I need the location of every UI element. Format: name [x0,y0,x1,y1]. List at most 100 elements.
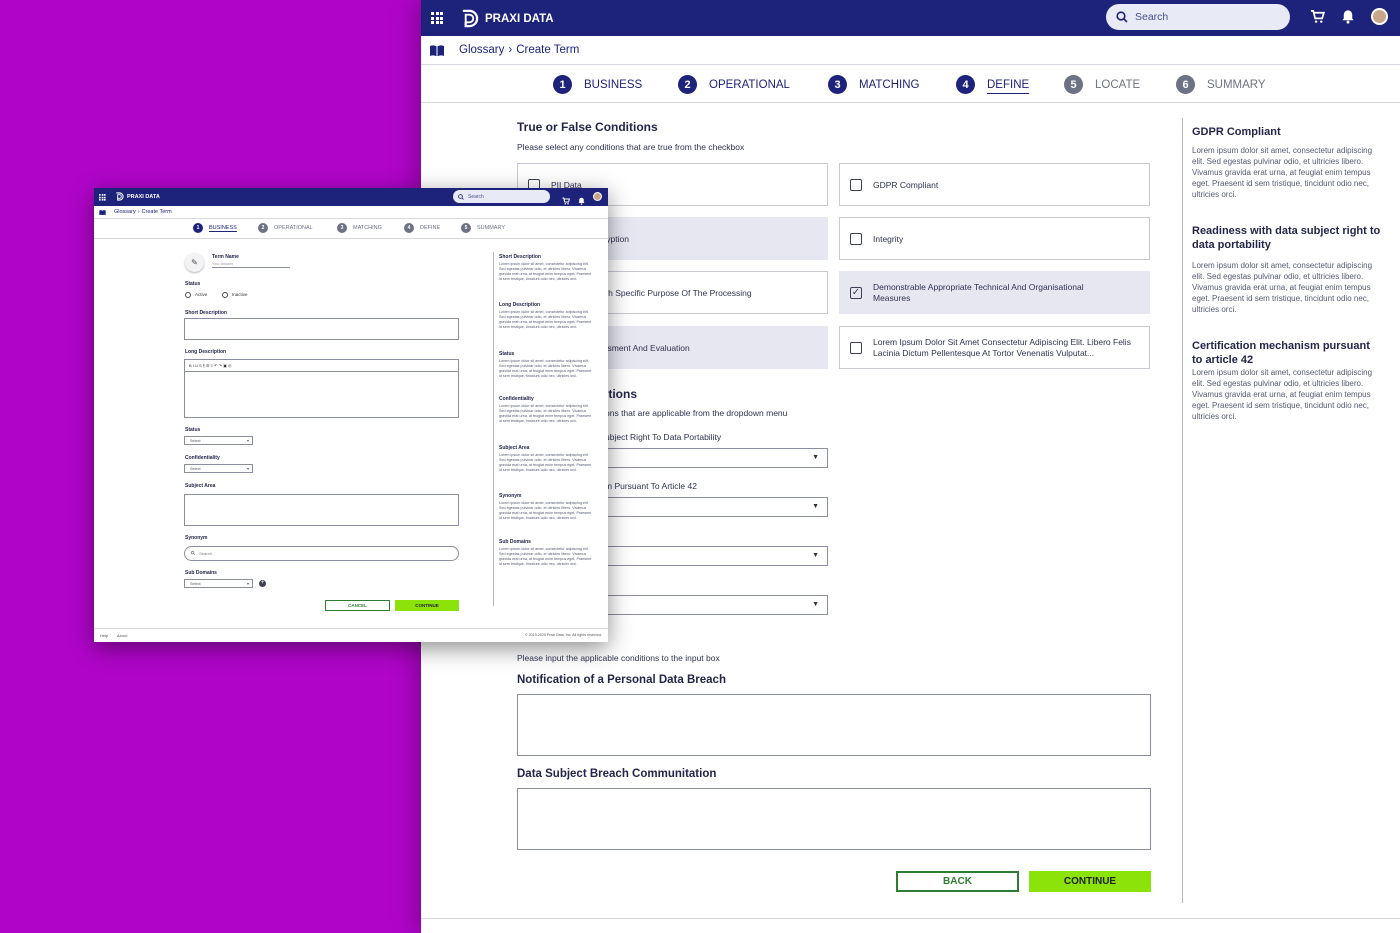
step-label: BUSINESS [209,225,237,231]
search-icon [458,193,464,200]
confidentiality-label: Confidentiality [185,455,220,461]
bell-icon[interactable] [1341,9,1355,29]
cancel-button[interactable]: CANCEL [325,600,390,611]
step-number: 3 [337,223,347,233]
checkbox-icon[interactable] [850,178,862,191]
radio-icon[interactable] [222,292,228,298]
term-name-input[interactable]: Your Answer [212,262,290,268]
brand-logo[interactable]: PRAXI DATA [115,192,160,201]
help-link[interactable]: Help [100,633,108,638]
search-icon [191,551,195,555]
step-number: 4 [956,75,975,94]
step-summary[interactable]: 5 SUMMARY [461,223,505,233]
right-panel-divider [493,252,494,606]
step-locate[interactable]: 5 LOCATE [1064,75,1140,94]
brand-name: PRAXI DATA [485,12,554,25]
step-matching[interactable]: 3 MATCHING [337,223,382,233]
checkbox-icon[interactable] [850,341,862,354]
sub-domains-label: Sub Domains [185,570,217,576]
breadcrumb: Glossary › Create Term [94,206,608,219]
apps-grid-icon[interactable] [431,12,443,24]
step-matching[interactable]: 3 MATCHING [828,75,919,94]
step-business[interactable]: 1 BUSINESS [193,223,237,233]
breadcrumb-root[interactable]: Glossary [459,44,504,56]
stepper: 1 BUSINESS 2 OPERATIONAL 3 MATCHING 4 DEFINE… [421,65,1400,103]
step-number: 1 [193,223,203,233]
breadcrumb-separator: › [508,44,513,56]
top-nav-bar: PRAXI DATA Search [421,0,1400,36]
checkbox-label: Integrity [873,233,904,244]
help-text: Lorem ipsum dolor sit amet, consectetur … [1192,261,1373,314]
select-value: Select [190,581,201,586]
subject-area-label: Subject Area [185,483,216,489]
search-box[interactable]: Search [1106,4,1290,30]
praxi-logo-icon [116,192,124,201]
about-link[interactable]: About [117,633,127,638]
short-description-label: Short Description [185,310,227,316]
step-number: 2 [678,75,697,94]
subject-area-input[interactable] [184,494,459,526]
chevron-down-icon: ▼ [812,552,819,559]
cart-icon[interactable] [1310,9,1326,27]
copyright: © 2019-2020 Praxi Data, Inc. All rights … [525,633,602,637]
status-label: Status [185,281,201,287]
breadcrumb-root[interactable]: Glossary [114,209,136,215]
true-false-subtitle: Please select any conditions that are tr… [517,142,745,152]
term-name-label: Term Name [212,254,239,260]
help-text: Lorem ipsum dolor sit amet, consectetur … [499,262,592,281]
status-select-label: Status [185,427,201,433]
avatar[interactable] [1371,8,1388,25]
synonym-search[interactable]: Search [184,546,459,561]
right-panel-divider [1182,118,1183,903]
step-label: SUMMARY [477,225,506,231]
breach-communication-input[interactable] [517,788,1151,850]
back-button[interactable]: BACK [896,871,1019,892]
step-number: 1 [553,75,572,94]
chevron-down-icon: ▾ [246,581,249,586]
step-operational[interactable]: 2 OPERATIONAL [258,223,313,233]
help-text: Lorem ipsum dolor sit amet, consectetur … [1192,368,1373,421]
checkbox-gdpr-compliant[interactable]: GDPR Compliant [839,163,1150,206]
step-operational[interactable]: 2 OPERATIONAL [678,75,790,94]
avatar[interactable] [593,192,602,201]
add-icon[interactable]: + [259,580,266,587]
top-nav-bar: PRAXI DATA Search [94,188,608,206]
help-text: Lorem ipsum dolor sit amet, consectetur … [499,310,592,329]
step-label: OPERATIONAL [709,78,790,91]
continue-button[interactable]: CONTINUE [395,600,459,611]
step-summary[interactable]: 6 SUMMARY [1176,75,1266,94]
checkbox-technical-measures[interactable]: ✓ Demonstrable Appropriate Technical And … [839,271,1150,314]
breadcrumb-separator: › [137,209,140,215]
long-description-editor[interactable]: B I U S ¶ ☰ ≡ ↶ ↷ ▣ ◎ [184,359,459,418]
status-radio-active[interactable]: Active [185,292,207,298]
search-box[interactable]: Search [453,190,550,203]
breach-notification-input[interactable] [517,694,1151,756]
checkbox-integrity[interactable]: Integrity [839,217,1150,260]
step-business[interactable]: 1 BUSINESS [553,75,642,94]
breach-communication-label: Data Subject Breach Communitation [517,768,717,780]
synonym-label: Synonym [185,535,208,541]
checkmark-icon[interactable]: ✓ [850,286,862,299]
checkbox-lorem[interactable]: Lorem Ipsum Dolor Sit Amet Consectetur A… [839,326,1150,369]
status-select[interactable]: Select ▾ [184,436,253,445]
help-title: GDPR Compliant [1192,126,1281,138]
chevron-down-icon: ▼ [812,503,819,510]
confidentiality-select[interactable]: Select ▾ [184,464,253,473]
sub-domains-select[interactable]: Select ▾ [184,579,253,588]
search-placeholder: Search [1135,11,1169,23]
rich-text-toolbar[interactable]: B I U S ¶ ☰ ≡ ↶ ↷ ▣ ◎ [185,360,458,372]
apps-grid-icon[interactable] [99,194,106,201]
continue-button[interactable]: CONTINUE [1029,871,1151,892]
praxi-logo-icon [462,9,479,28]
breach-notification-label: Notification of a Personal Data Breach [517,674,726,686]
term-icon[interactable]: ✎ [185,253,204,272]
radio-icon[interactable] [185,292,191,298]
step-define[interactable]: 4 DEFINE [956,75,1029,94]
brand-logo[interactable]: PRAXI DATA [460,9,554,28]
step-label: MATCHING [353,225,382,231]
step-define[interactable]: 4 DEFINE [404,223,440,233]
footer [421,918,1400,933]
status-radio-inactive[interactable]: Inactive [222,292,248,298]
short-description-input[interactable] [184,318,459,340]
checkbox-icon[interactable] [850,232,862,245]
